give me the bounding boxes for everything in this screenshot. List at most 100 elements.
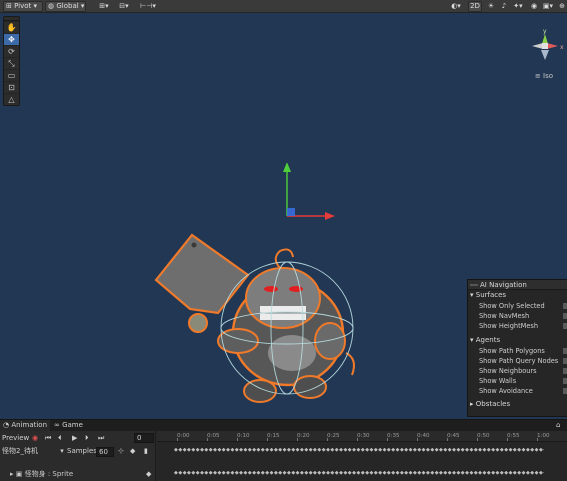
pivot-dropdown[interactable]: ⊞ Pivot ▾ [3,1,43,12]
scene-canvas [154,163,355,403]
sprite-renderer-icon: ▣ [15,470,23,478]
preview-button[interactable]: Preview [2,433,29,443]
tab-game[interactable]: ∞ Game [51,420,86,431]
show-navmesh-toggle[interactable]: Show NavMesh [468,311,567,321]
checkbox[interactable] [563,368,567,374]
last-keyframe-icon[interactable]: ⏭ [98,433,104,443]
gizmo-x-label: x [560,44,564,51]
show-neighbours-toggle[interactable]: Show Neighbours [468,366,567,376]
checkbox[interactable] [563,388,567,394]
lighting-icon[interactable]: ☀ [486,1,496,12]
checkbox[interactable] [563,348,567,354]
ruler-tick-mark [417,438,418,441]
ai-navigation-title-bar[interactable]: AI Navigation [468,280,567,290]
animation-panel: ◔ Animation ∞ Game ⌂ Preview ◉ ⏮ ⏴ ▶ ⏵ ⏭… [0,419,567,481]
next-keyframe-icon[interactable]: ⏵ [85,433,89,443]
agents-foldout[interactable]: ▾ Agents [468,335,567,346]
foldout-arrow-icon: ▸ [10,470,14,478]
move-handle-plane[interactable] [287,208,295,216]
samples-input[interactable]: 60 [96,447,114,457]
track-keyframes[interactable]: ◆◆◆◆◆◆◆◆◆◆◆◆◆◆◆◆◆◆◆◆◆◆◆◆◆◆◆◆◆◆◆◆◆◆◆◆◆◆◆◆… [174,471,544,476]
incremental-snap-icon[interactable]: ⊢⊣▾ [138,1,158,12]
scale-tool-icon[interactable]: ⤡ [4,57,19,69]
rect-tool-icon[interactable]: ▭ [4,69,19,81]
grid-snap-icon[interactable]: ⊞▾ [95,1,113,12]
animation-icon: ◔ [3,421,10,429]
show-avoidance-toggle[interactable]: Show Avoidance [468,386,567,396]
ruler-tick-mark [507,438,508,441]
surfaces-label: Surfaces [475,291,507,299]
overlay-grip[interactable] [470,284,478,286]
transform-tool-icon[interactable]: ⊡ [4,81,19,93]
summary-keyframes[interactable]: ◆◆◆◆◆◆◆◆◆◆◆◆◆◆◆◆◆◆◆◆◆◆◆◆◆◆◆◆◆◆◆◆◆◆◆◆◆◆◆◆… [174,448,544,453]
checkbox[interactable] [563,303,567,309]
play-icon[interactable]: ▶ [72,433,77,443]
gizmos-icon[interactable]: ⊕ [557,1,567,12]
custom-tool-icon[interactable]: △ [4,93,19,105]
ruler-tick-label: 0:40 [417,433,430,439]
animation-controls: Preview ◉ ⏮ ⏴ ▶ ⏵ ⏭ 0 怪物2_待机 ▾ Samples 6… [0,431,156,481]
move-tool-icon[interactable]: ✥ [4,33,19,45]
move-handle-y-arrow[interactable] [283,163,291,172]
ruler-tick-label: 0:45 [447,433,460,439]
show-walls-toggle[interactable]: Show Walls [468,376,567,386]
orientation-gizmo[interactable]: y x [522,27,567,71]
ruler-tick-mark [327,438,328,441]
previous-keyframe-icon[interactable]: ⏴ [58,433,62,443]
clip-dropdown[interactable]: 怪物2_待机 ▾ [2,446,64,456]
gizmo-neg-y-cone[interactable] [541,50,549,60]
record-icon[interactable]: ◉ [32,433,38,443]
cleaver-hole [191,242,197,248]
timeline-ruler[interactable]: 0:00 0:05 0:10 0:15 0:20 0:25 0:30 0:35 0:40 0:45… [157,431,567,442]
foldout-arrow-icon: ▾ [470,336,474,344]
iso-label: Iso [543,72,553,80]
lock-icon[interactable]: ⌂ [553,420,563,431]
gizmo-neg-x-cone[interactable] [532,43,543,49]
ruler-tick-mark [177,438,178,441]
ruler-tick-mark [477,438,478,441]
camera-icon[interactable]: ▣▾ [541,1,555,12]
snap-increment-icon[interactable]: ⊟▾ [115,1,133,12]
show-only-selected-toggle[interactable]: Show Only Selected [468,301,567,311]
tab-animation[interactable]: ◔ Animation [0,420,51,431]
samples-label: Samples [67,447,97,455]
first-keyframe-icon[interactable]: ⏮ [45,433,51,443]
visibility-icon[interactable]: ◉ [529,1,539,12]
gizmo-x-cone[interactable] [547,43,558,49]
foldout-arrow-icon: ▾ [470,291,474,299]
checkbox[interactable] [563,313,567,319]
show-heightmesh-toggle[interactable]: Show HeightMesh [468,321,567,331]
hand-tool-icon[interactable]: ✋ [4,21,19,33]
track-row[interactable]: ▸ ▣ 怪物身 : Sprite [10,469,73,479]
checkbox[interactable] [563,323,567,329]
add-keyframe-icon[interactable]: ⊹ [118,446,124,456]
add-key-icon[interactable]: ◆ [130,446,135,456]
chevron-down-icon: ▾ [60,447,64,455]
chain [345,352,355,376]
timeline-area[interactable]: 0:00 0:05 0:10 0:15 0:20 0:25 0:30 0:35 0:40 0:45… [157,431,567,481]
move-handle-x-arrow[interactable] [325,212,335,220]
gizmo-center[interactable] [542,43,548,49]
projection-toggle[interactable]: ≡ Iso [535,72,553,80]
scene-view[interactable]: ✋ ✥ ⟳ ⤡ ▭ ⊡ △ y x ≡ Iso AI Navigation ▾ … [0,13,567,419]
monster-sprite[interactable] [154,233,355,403]
checkbox[interactable] [563,378,567,384]
effects-icon[interactable]: ✦▾ [511,1,525,12]
show-path-query-nodes-toggle[interactable]: Show Path Query Nodes [468,356,567,366]
surfaces-foldout[interactable]: ▾ Surfaces [468,290,567,301]
checkbox[interactable] [563,358,567,364]
tools-overlay: ✋ ✥ ⟳ ⤡ ▭ ⊡ △ [3,16,20,106]
right-fist [314,322,346,360]
obstacles-foldout[interactable]: ▸ Obstacles [468,399,567,410]
show-path-polygons-toggle[interactable]: Show Path Polygons [468,346,567,356]
frame-input[interactable]: 0 [134,433,154,443]
key-diamond-icon[interactable]: ◆ [146,469,151,479]
rotate-tool-icon[interactable]: ⟳ [4,45,19,57]
ruler-tick-mark [267,438,268,441]
ruler-tick-mark [207,438,208,441]
audio-icon[interactable]: ♪ [499,1,509,12]
2d-toggle[interactable]: 2D [468,1,482,12]
shading-mode-icon[interactable]: ◐▾ [448,1,464,12]
add-event-icon[interactable]: ▮ [144,446,148,456]
global-dropdown[interactable]: ◍ Global ▾ [45,1,86,12]
